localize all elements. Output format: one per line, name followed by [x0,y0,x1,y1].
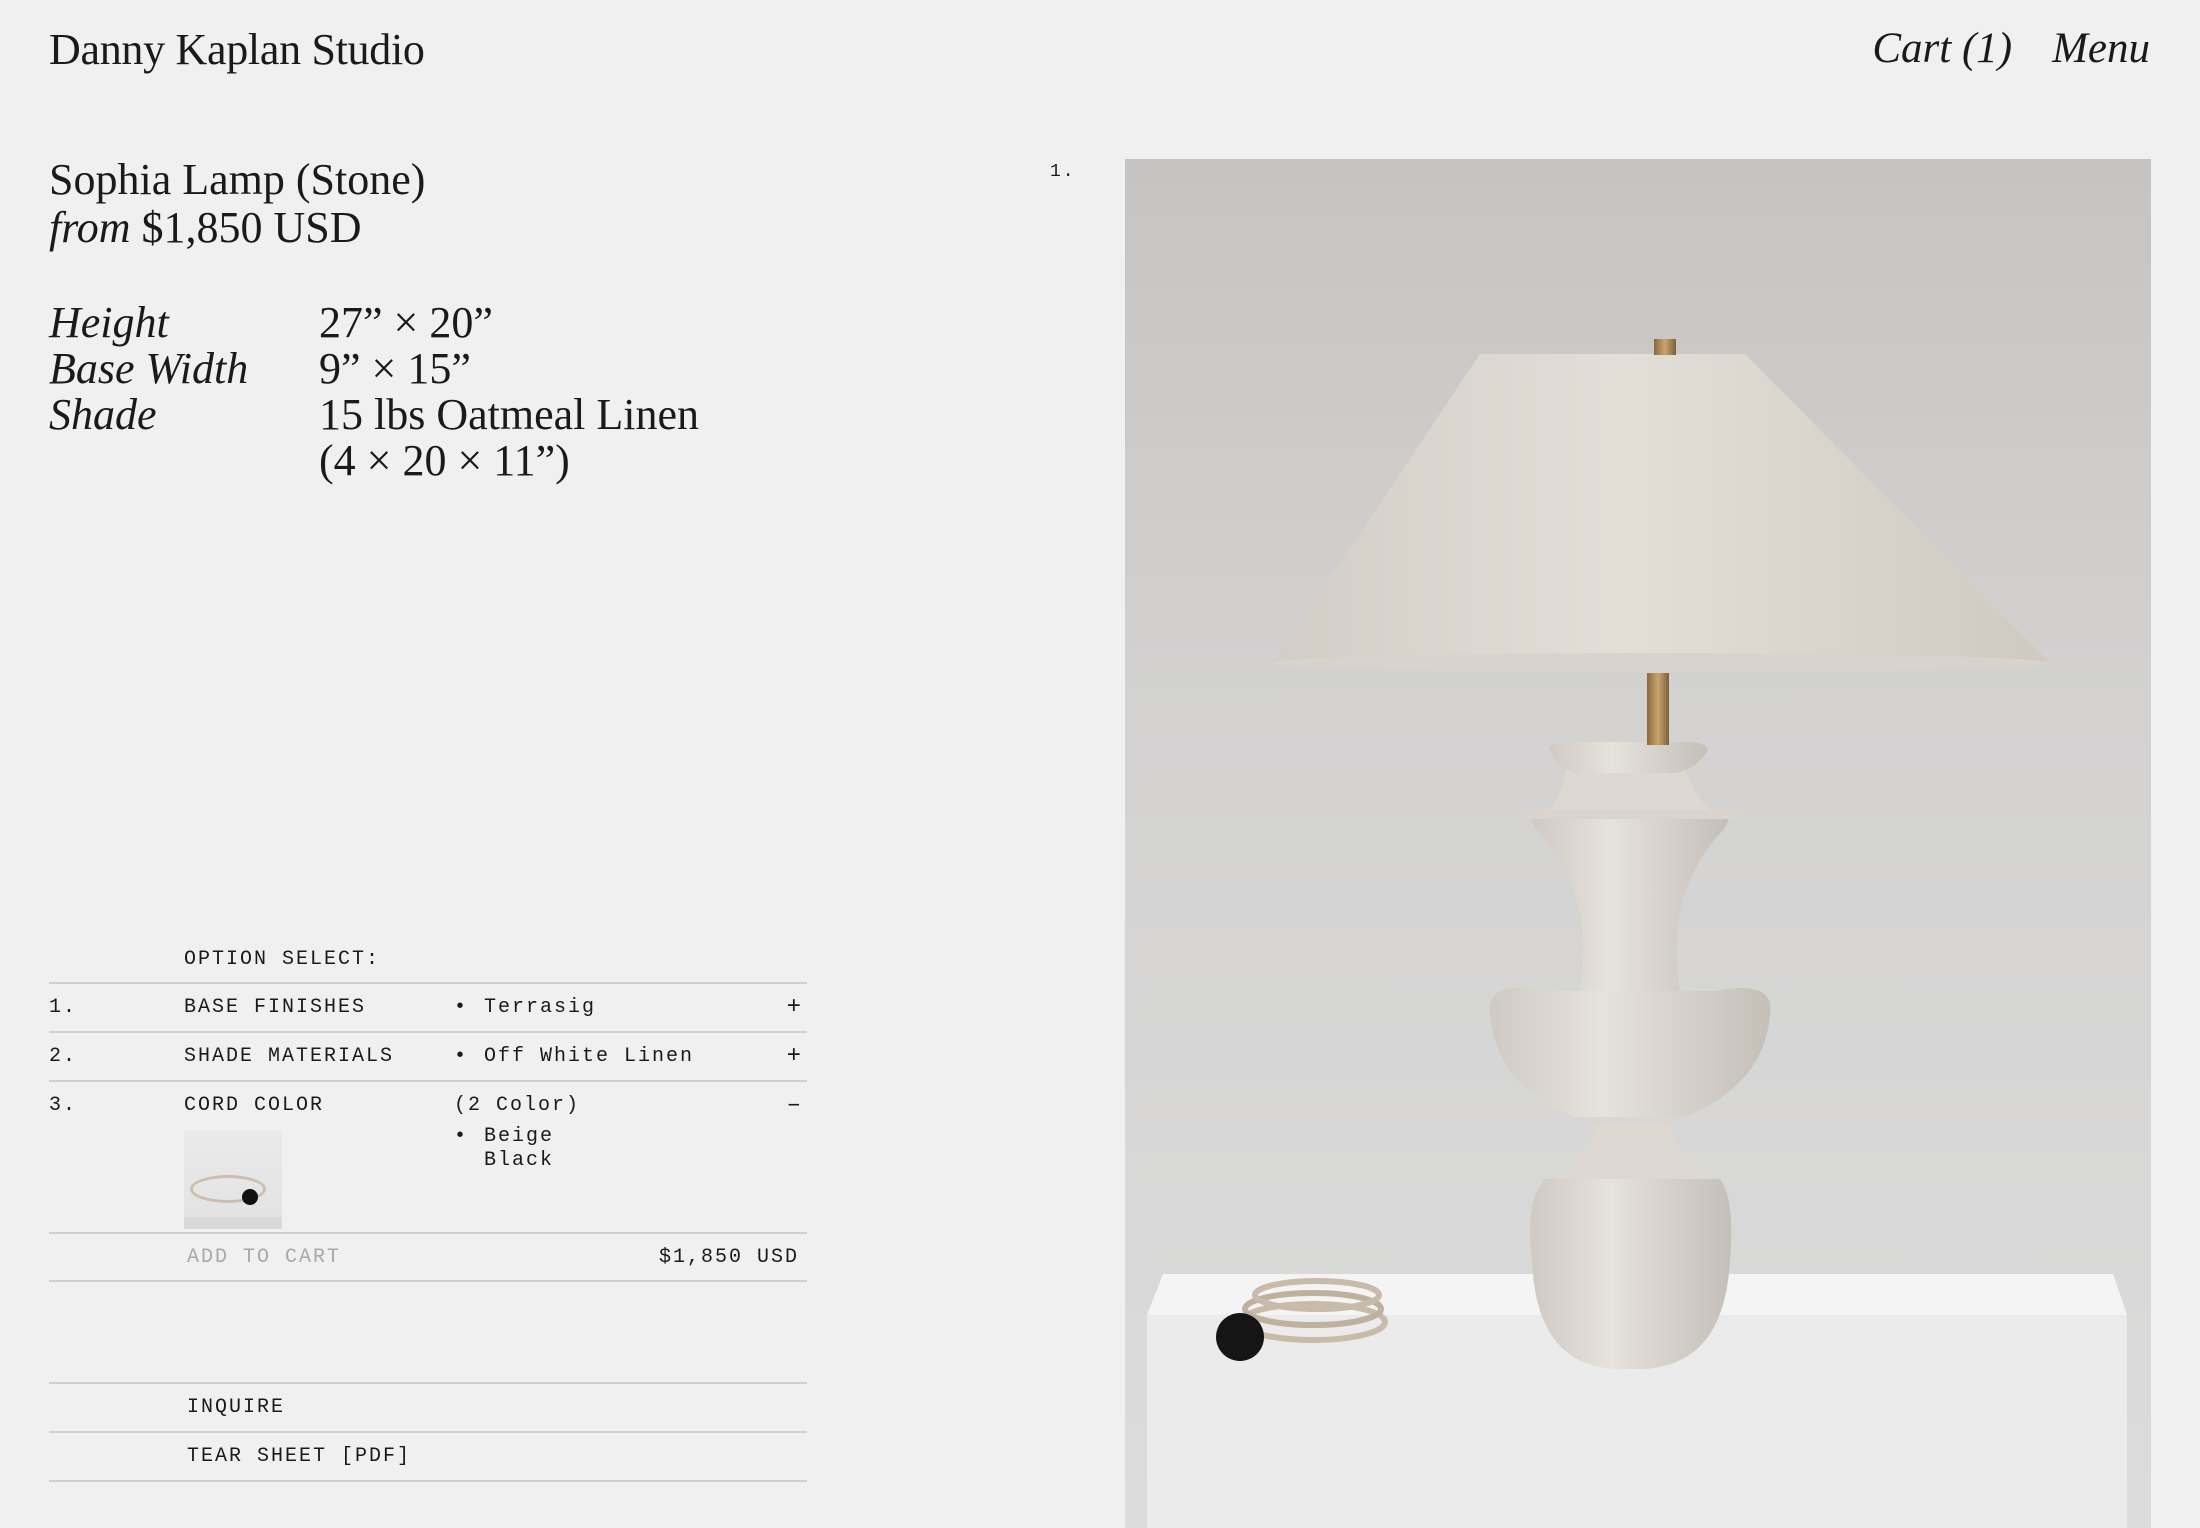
thumb-plug [242,1189,258,1205]
spec-label: Shade [49,390,157,439]
option-selected: Terrasig [484,996,597,1019]
choice-label: Beige [484,1125,555,1148]
product-photo[interactable] [1125,159,2151,1528]
bullet-spacer [454,1149,484,1173]
option-select: OPTION SELECT: 1. BASE FINISHES • Terrasi… [49,940,807,1282]
cord-thumbnail[interactable] [184,1131,282,1229]
choice-label: Black [484,1149,555,1172]
top-nav: Cart (1) Menu [1872,24,2150,73]
add-to-cart-button[interactable]: ADD TO CART [187,1246,341,1269]
cart-total: $1,850 USD [658,1245,799,1269]
option-count: (2 Color) [454,1094,581,1117]
option-value: • Off White Linen [454,1033,807,1080]
add-to-cart-row: ADD TO CART $1,850 USD [49,1232,807,1282]
option-row-cord-color[interactable]: 3. CORD COLOR (2 Color) • Beige Black – [49,1080,807,1232]
menu-button[interactable]: Menu [2052,24,2150,73]
cart-link[interactable]: Cart (1) [1872,24,2012,73]
option-selected: Off White Linen [484,1045,695,1068]
cord-choice-black[interactable]: Black [454,1149,807,1173]
spec-row: Base Width 9” × 15” [49,346,699,392]
option-value: (2 Color) • Beige Black [454,1082,807,1232]
spec-value: 15 lbs Oatmeal Linen (4 × 20 × 11”) [319,390,700,485]
option-label: CORD COLOR [184,1094,325,1117]
thumb-surface [184,1217,282,1229]
option-row-shade-materials[interactable]: 2. SHADE MATERIALS • Off White Linen + [49,1031,807,1080]
cord-choice-beige[interactable]: • Beige [454,1125,807,1149]
option-row-base-finishes[interactable]: 1. BASE FINISHES • Terrasig + [49,982,807,1031]
option-number: 1. [49,996,78,1019]
option-name: CORD COLOR [184,1082,454,1232]
option-name: BASE FINISHES [184,996,367,1019]
spec-label: Height [49,298,169,347]
price-prefix: from [49,203,131,252]
lamp-base-foot [1530,1179,1732,1369]
bullet: • [454,996,469,1019]
inquire-link[interactable]: INQUIRE [49,1382,807,1431]
option-number: 3. [49,1094,78,1117]
expand-icon[interactable]: + [787,1043,801,1070]
product-title: Sophia Lamp (Stone) [49,155,426,204]
secondary-links: INQUIRE TEAR SHEET [PDF] [49,1382,807,1482]
option-number: 2. [49,1045,78,1068]
shade-rim [1273,653,2049,673]
lamp-shade [1273,354,2050,663]
lamp-base-body [1489,987,1771,1117]
lamp-base-top [1549,742,1708,773]
cord-choices: • Beige Black [454,1125,807,1173]
product-price: from $1,850 USD [49,204,425,252]
lamp-illustration [1147,339,2127,1528]
brand-logo[interactable]: Danny Kaplan Studio [49,24,425,75]
image-index: 1. [1050,162,1076,182]
spec-value: 27” × 20” [319,298,493,347]
option-value: • Terrasig [454,984,807,1031]
bullet: • [454,1045,469,1068]
brass-stem [1647,671,1669,745]
bullet: • [454,1125,469,1148]
price-value: $1,850 USD [141,203,362,252]
spec-value: 9” × 15” [319,344,471,393]
lamp-base-waist [1531,814,1729,991]
tear-sheet-link[interactable]: TEAR SHEET [PDF] [49,1431,807,1482]
lamp-base-collar [1520,809,1740,819]
option-name: SHADE MATERIALS [184,1045,395,1068]
lamp-base-cup [1550,769,1710,810]
collapse-icon[interactable]: – [787,1092,801,1119]
spec-list: Height 27” × 20” Base Width 9” × 15” Sha… [49,300,699,484]
lamp-base-neck [1553,1124,1713,1179]
spec-row: Height 27” × 20” [49,300,699,346]
option-heading: OPTION SELECT: [184,948,381,971]
expand-icon[interactable]: + [787,994,801,1021]
spec-label: Base Width [49,344,249,393]
spec-row: Shade 15 lbs Oatmeal Linen (4 × 20 × 11”… [49,392,699,484]
cord-plug [1216,1313,1264,1361]
brass-finial [1654,339,1676,355]
product-title-block: Sophia Lamp (Stone) from $1,850 USD [49,156,425,252]
